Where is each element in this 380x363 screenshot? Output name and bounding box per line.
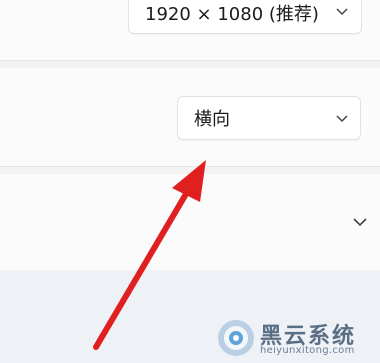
- chevron-down-icon[interactable]: [352, 216, 368, 227]
- chevron-down-icon: [336, 8, 348, 16]
- chevron-down-icon: [336, 115, 348, 123]
- divider: [0, 166, 380, 167]
- expandable-row[interactable]: [0, 174, 380, 270]
- watermark-url: heiyunxitong.com: [260, 345, 355, 356]
- orientation-dropdown[interactable]: 横向: [177, 96, 361, 140]
- watermark: 黑云系统 heiyunxitong.com: [216, 318, 376, 362]
- divider: [0, 60, 380, 61]
- cloud-logo-icon: [218, 320, 254, 356]
- resolution-dropdown[interactable]: 1920 × 1080 (推荐): [128, 0, 362, 34]
- resolution-row: 1920 × 1080 (推荐): [0, 0, 380, 60]
- resolution-value: 1920 × 1080 (推荐): [145, 4, 319, 25]
- orientation-value: 横向: [194, 109, 230, 130]
- orientation-row: 横向: [0, 68, 380, 166]
